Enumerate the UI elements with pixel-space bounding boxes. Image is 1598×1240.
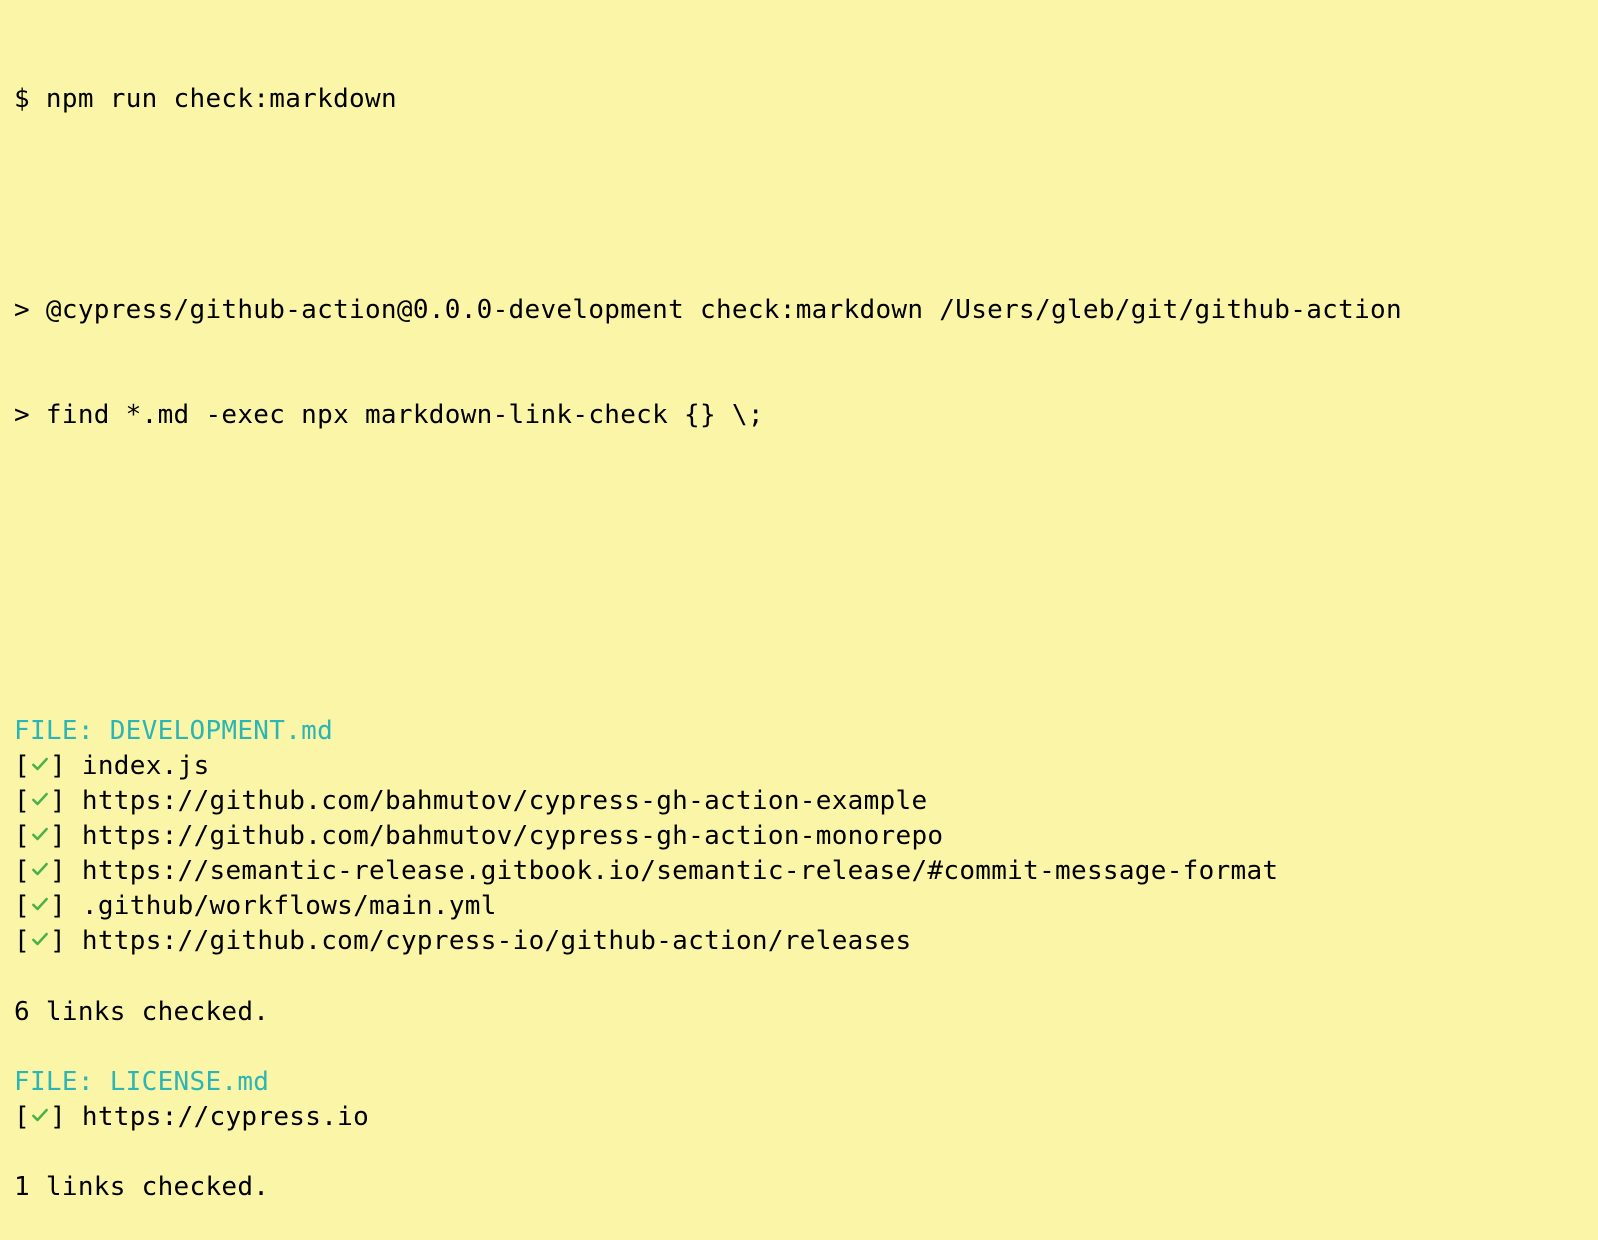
bracket-close: ]: [50, 821, 82, 851]
blank-line: [0, 503, 1598, 538]
bracket-open: [: [14, 786, 30, 816]
link-text: https://github.com/bahmutov/cypress-gh-a…: [82, 786, 928, 816]
link-text: https://semantic-release.gitbook.io/sema…: [82, 856, 1279, 886]
summary-line: 6 links checked.: [0, 995, 1598, 1030]
link-text: index.js: [82, 751, 210, 781]
summary-line: 1 links checked.: [0, 1170, 1598, 1205]
check-icon: [30, 924, 50, 959]
bracket-close: ]: [50, 926, 82, 956]
file-header: FILE: DEVELOPMENT.md: [0, 714, 1598, 749]
bracket-close: ]: [50, 751, 82, 781]
bracket-open: [: [14, 1102, 30, 1132]
blank-line: [0, 1135, 1598, 1170]
bracket-open: [: [14, 856, 30, 886]
terminal-output: $ npm run check:markdown > @cypress/gith…: [0, 12, 1598, 1240]
link-result-line: [] https://github.com/bahmutov/cypress-g…: [0, 784, 1598, 819]
link-result-line: [] https://github.com/cypress-io/github-…: [0, 924, 1598, 959]
bracket-open: [: [14, 926, 30, 956]
check-icon: [30, 1100, 50, 1135]
bracket-close: ]: [50, 856, 82, 886]
link-result-line: [] https://github.com/bahmutov/cypress-g…: [0, 819, 1598, 854]
command-line[interactable]: $ npm run check:markdown: [0, 82, 1598, 117]
link-result-line: [] .github/workflows/main.yml: [0, 889, 1598, 924]
script-output-line: > @cypress/github-action@0.0.0-developme…: [0, 293, 1598, 328]
bracket-close: ]: [50, 891, 82, 921]
check-icon: [30, 784, 50, 819]
check-icon: [30, 889, 50, 924]
link-result-line: [] index.js: [0, 749, 1598, 784]
link-text: https://github.com/bahmutov/cypress-gh-a…: [82, 821, 943, 851]
link-text: https://github.com/cypress-io/github-act…: [82, 926, 912, 956]
blank-line: [0, 187, 1598, 222]
check-icon: [30, 749, 50, 784]
bracket-open: [: [14, 891, 30, 921]
bracket-open: [: [14, 821, 30, 851]
bracket-close: ]: [50, 1102, 82, 1132]
link-result-line: [] https://cypress.io: [0, 1100, 1598, 1135]
bracket-close: ]: [50, 786, 82, 816]
check-icon: [30, 819, 50, 854]
link-text: .github/workflows/main.yml: [82, 891, 497, 921]
check-icon: [30, 854, 50, 889]
prompt-symbol: $: [14, 84, 46, 114]
file-header: FILE: LICENSE.md: [0, 1065, 1598, 1100]
blank-line: [0, 608, 1598, 643]
blank-line: [0, 1030, 1598, 1065]
link-result-line: [] https://semantic-release.gitbook.io/s…: [0, 854, 1598, 889]
link-text: https://cypress.io: [82, 1102, 369, 1132]
script-output-line: > find *.md -exec npx markdown-link-chec…: [0, 398, 1598, 433]
bracket-open: [: [14, 751, 30, 781]
blank-line: [0, 960, 1598, 995]
command-text: npm run check:markdown: [46, 84, 397, 114]
